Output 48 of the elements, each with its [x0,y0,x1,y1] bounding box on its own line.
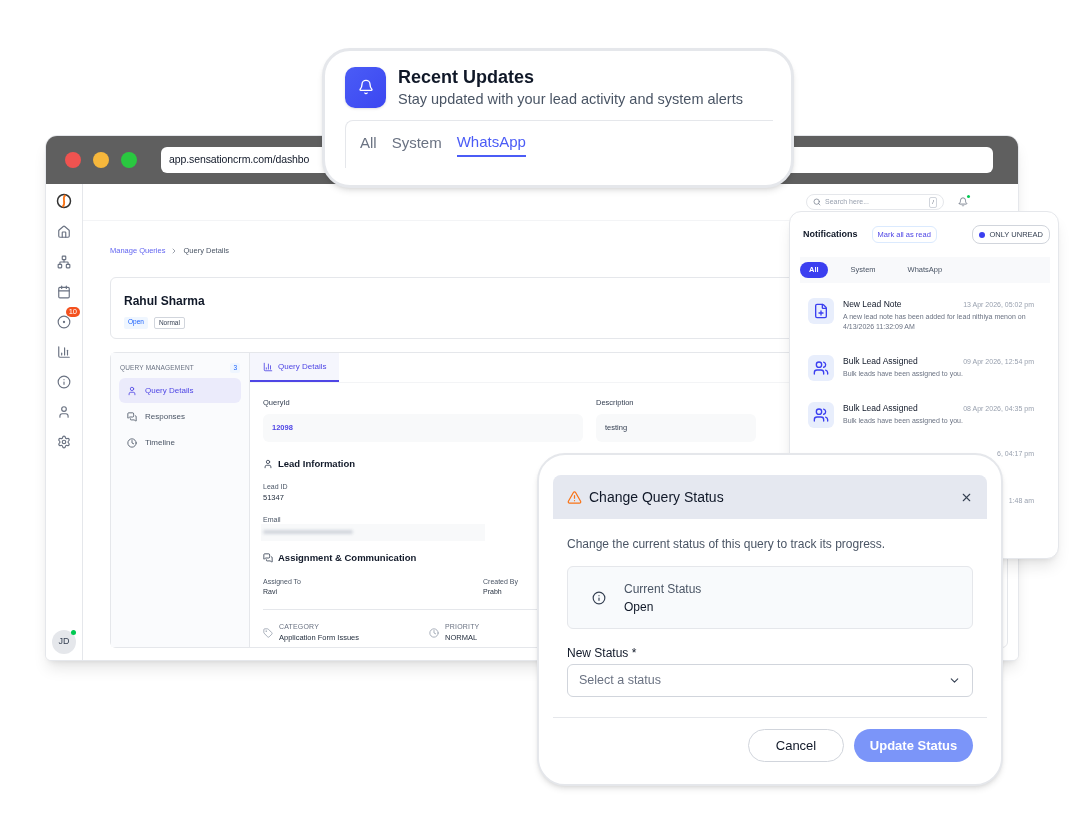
dialog-title: Change Query Status [589,487,725,507]
notification-title: Bulk Lead Assigned [843,402,918,415]
user-icon[interactable] [57,405,71,419]
content-tab[interactable]: Query Details [250,353,340,383]
nav-item[interactable]: Query Details [119,378,241,403]
settings-icon[interactable] [57,435,71,449]
logo-icon [56,193,72,209]
bell-icon[interactable] [958,197,968,207]
info-icon [592,590,606,605]
notification-title: Bulk Lead Assigned [843,355,918,368]
chat-icon [127,411,137,422]
field-label: New Status * [567,645,638,662]
user-avatar[interactable]: JD [52,630,76,654]
clock-icon [429,627,439,638]
card-title: Recent Updates [398,66,536,89]
filter-tab[interactable]: System [391,129,442,157]
chart-icon[interactable] [57,345,71,359]
status-value: Open [624,598,655,616]
home-icon[interactable] [57,225,71,239]
filter-tab[interactable]: WhatsApp [456,129,526,157]
target-icon[interactable] [57,315,71,329]
network-icon[interactable] [57,255,71,269]
calendar-icon[interactable] [57,285,71,299]
nav-item[interactable]: Responses [119,404,241,429]
info-icon[interactable] [57,375,71,389]
chart-icon [263,361,273,372]
clock-icon [127,437,137,448]
chat-icon [263,552,273,563]
status-label: Current Status [624,580,702,598]
nav-item[interactable]: Timeline [119,430,241,455]
user-icon [263,458,273,469]
status-select[interactable]: Select a status [567,664,973,697]
file-plus-icon [813,303,829,319]
section-title: Assignment & Communication [278,550,417,565]
tag-icon [263,627,273,638]
dialog-text: Change the current status of this query to track its progress. [567,536,887,553]
warning-icon [567,489,582,505]
lead-name: Rahul Sharma [124,293,205,311]
bell-icon [357,79,374,95]
section-title: Lead Information [278,456,356,471]
user-icon [127,385,137,396]
users-icon [813,407,829,423]
notification-title: New Lead Note [843,298,902,311]
card-subtitle: Stay updated with your lead activity and system alerts [398,90,743,109]
panel-title: Notifications [803,227,858,241]
users-icon [813,360,829,376]
search-icon [813,198,821,206]
filter-tab[interactable]: All [360,129,377,157]
